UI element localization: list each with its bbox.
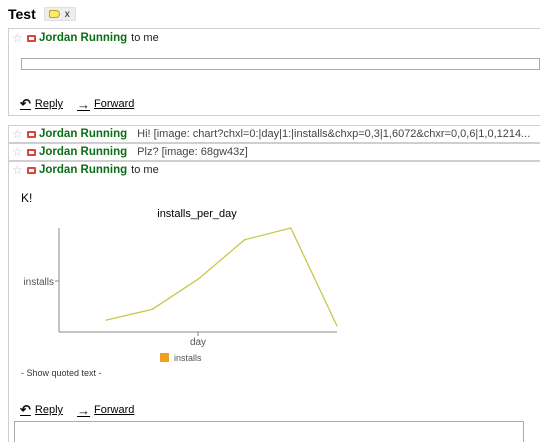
sender-name[interactable]: Jordan Running: [39, 164, 127, 176]
remove-label-button[interactable]: x: [65, 9, 70, 20]
star-icon[interactable]: ☆: [12, 164, 24, 176]
forward-arrow-icon: →: [77, 96, 91, 112]
message-2-header[interactable]: ☆ Jordan Running Hi! [image: chart?chxl=…: [9, 126, 540, 142]
message-4-header[interactable]: ☆ Jordan Running to me: [9, 162, 540, 178]
reply-button[interactable]: ↶ Reply: [20, 402, 63, 418]
forward-label: Forward: [94, 98, 135, 110]
data-point-3: [244, 239, 246, 241]
forward-arrow-icon: →: [77, 402, 91, 418]
message-2[interactable]: ☆ Jordan Running Hi! [image: chart?chxl=…: [8, 125, 540, 143]
reply-label: Reply: [34, 404, 64, 416]
data-point-1: [151, 308, 153, 310]
message-snippet: Hi! [image: chart?chxl=0:|day|1:|install…: [137, 128, 531, 140]
message-3[interactable]: ☆ Jordan Running Plz? [image: 68gw43z]: [8, 143, 540, 161]
reply-arrow-icon: ↶: [20, 96, 31, 111]
message-4-actions: ↶ Reply → Forward: [20, 402, 134, 418]
forward-label: Forward: [94, 404, 135, 416]
data-point-5: [336, 325, 338, 327]
legend-swatch: [160, 353, 169, 362]
series-installs: [105, 227, 338, 327]
chat-icon: [27, 166, 36, 174]
star-icon[interactable]: ☆: [12, 128, 24, 140]
star-icon[interactable]: ☆: [12, 146, 24, 158]
chat-icon: [27, 148, 36, 156]
message-1-body: [21, 58, 540, 70]
chart-title: installs_per_day: [157, 208, 237, 220]
reply-label: Reply: [34, 98, 64, 110]
sender-name[interactable]: Jordan Running: [39, 32, 127, 44]
data-point-0: [105, 319, 107, 321]
message-1-header[interactable]: ☆ Jordan Running to me: [9, 30, 540, 46]
show-quoted-text[interactable]: - Show quoted text -: [21, 368, 102, 378]
message-3-header[interactable]: ☆ Jordan Running Plz? [image: 68gw43z]: [9, 144, 540, 160]
series-line-installs: [105, 227, 338, 327]
data-point-2: [197, 278, 199, 280]
x-axis-label: day: [190, 337, 206, 348]
forward-button[interactable]: → Forward: [77, 403, 134, 418]
sender-name[interactable]: Jordan Running: [39, 128, 127, 140]
star-icon[interactable]: ☆: [12, 32, 24, 44]
installs-chart: installs_per_day installs day installs: [23, 208, 338, 363]
label-tag-icon: [48, 10, 60, 18]
forward-button[interactable]: → Forward: [77, 97, 134, 112]
sender-name[interactable]: Jordan Running: [39, 146, 127, 158]
chat-icon: [27, 130, 36, 138]
recipient-text: to me: [131, 164, 159, 176]
chat-icon: [27, 34, 36, 42]
reply-textarea[interactable]: [14, 421, 524, 442]
thread-header: Test x: [8, 4, 76, 24]
y-axis-label: installs: [23, 277, 54, 288]
legend-label: installs: [174, 353, 202, 363]
reply-button[interactable]: ↶ Reply: [20, 96, 63, 112]
recipient-text: to me: [131, 32, 159, 44]
message-1-actions: ↶ Reply → Forward: [20, 96, 134, 112]
label-chip[interactable]: x: [43, 7, 76, 21]
thread-title: Test: [8, 6, 36, 22]
data-point-4: [290, 227, 292, 229]
message-snippet: Plz? [image: 68gw43z]: [137, 146, 248, 158]
reply-arrow-icon: ↶: [20, 402, 31, 417]
